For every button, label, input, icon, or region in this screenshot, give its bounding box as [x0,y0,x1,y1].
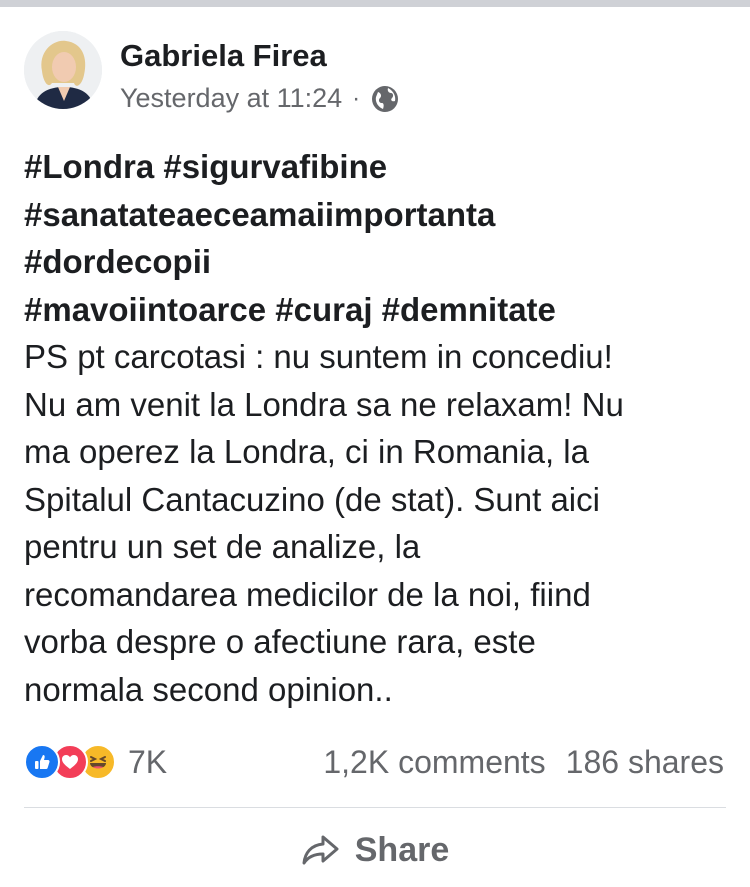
body-line: PS pt carcotasi : nu suntem in concediu! [24,338,613,375]
share-icon [301,833,341,867]
engagement-stats: 7K 1,2K comments 186 shares [24,740,724,784]
shares-count[interactable]: 186 shares [566,744,724,781]
share-button[interactable]: Share [0,819,750,881]
timestamp[interactable]: Yesterday at 11:24 [120,83,342,114]
post-meta: Yesterday at 11:24 · [120,83,400,114]
body-line: pentru un set de analize, la [24,528,421,565]
body-line: normala second opinion.. [24,670,393,708]
post-card: Gabriela Firea Yesterday at 11:24 · #Lon… [0,7,750,887]
meta-separator: · [352,84,361,112]
reaction-count: 7K [128,743,168,780]
post-text: #Londra #sigurvafibine #sanatateaeceamai… [24,143,724,713]
divider [24,807,726,808]
body-line: recomandarea medicilor de la noi, fiind [24,575,591,613]
author-name[interactable]: Gabriela Firea [120,38,327,74]
top-separator-strip [0,0,750,7]
like-icon [24,744,60,780]
body-line: Spitalul Cantacuzino (de stat). Sunt aic… [24,480,600,518]
avatar-image [24,31,102,109]
body-line: ma operez la Londra, ci in Romania, la [24,433,589,470]
hashtag-line[interactable]: #mavoiintoarce #curaj #demnitate [24,286,724,334]
avatar[interactable] [24,31,102,109]
hashtag-line[interactable]: #Londra #sigurvafibine [24,143,724,191]
comments-count[interactable]: 1,2K comments [323,744,545,781]
post-header: Gabriela Firea Yesterday at 11:24 · [24,31,724,121]
hashtag-line[interactable]: #sanatateaeceamaiimportanta [24,191,724,239]
hashtag-line[interactable]: #dordecopii [24,238,724,286]
share-label: Share [354,830,450,869]
body-line: vorba despre o afectiune rara, este [24,623,536,660]
body-line: Nu am venit la Londra sa ne relaxam! Nu [24,385,624,423]
reactions-summary[interactable]: 7K [24,744,167,781]
globe-icon [370,84,400,114]
stats-right: 1,2K comments 186 shares [323,744,724,781]
